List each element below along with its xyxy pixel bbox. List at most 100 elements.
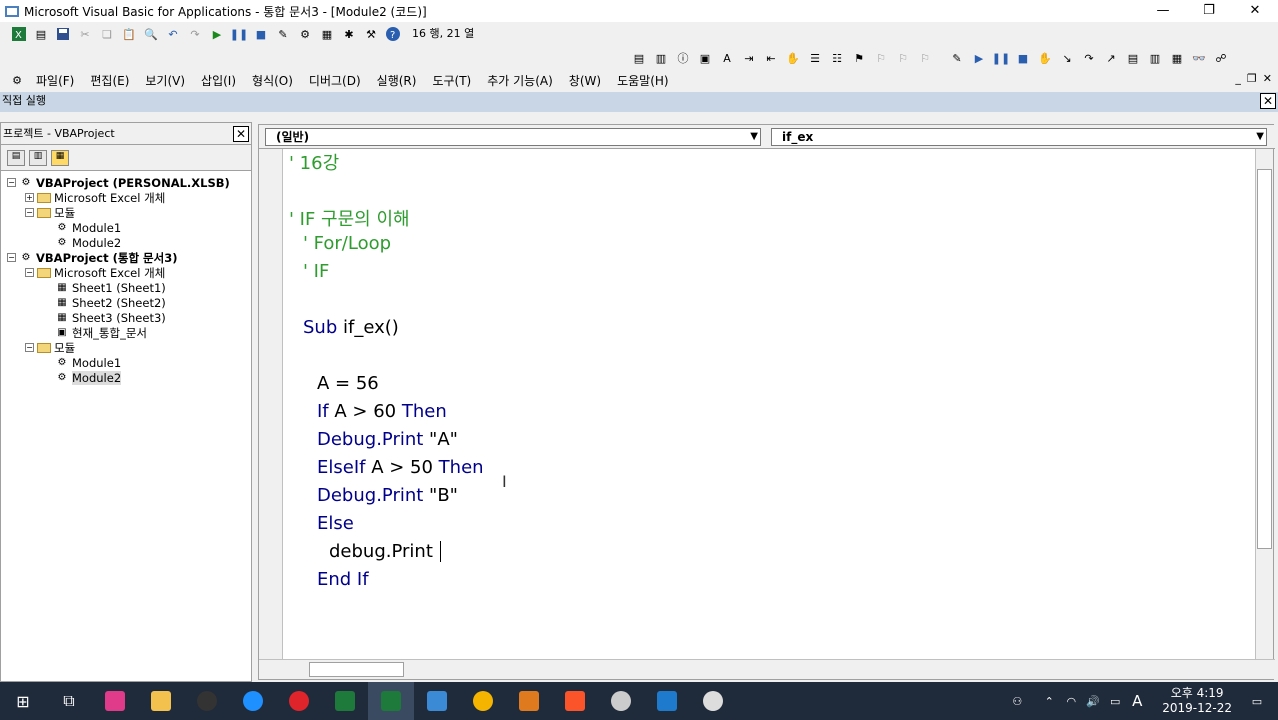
call-stack-icon[interactable]: ☍	[1212, 49, 1230, 67]
menu-help[interactable]: 도움말(H)	[609, 72, 677, 89]
tree-item[interactable]: ⚙ Module2	[1, 370, 251, 385]
menu-addins[interactable]: 추가 기능(A)	[479, 72, 561, 89]
tree-item[interactable]: − Microsoft Excel 개체	[1, 265, 251, 280]
clear-bookmarks-icon[interactable]: ⚐	[916, 49, 934, 67]
reset-icon[interactable]: ■	[252, 25, 270, 43]
tree-item[interactable]: − ⚙ VBAProject (PERSONAL.XLSB)	[1, 175, 251, 190]
code-line[interactable]: A = 56	[317, 373, 379, 394]
debug-reset-icon[interactable]: ■	[1014, 49, 1032, 67]
object-browser-icon[interactable]: ✱	[340, 25, 358, 43]
complete-word-icon[interactable]: A	[718, 49, 736, 67]
intellij-icon[interactable]	[92, 682, 138, 720]
menu-insert[interactable]: 삽입(I)	[193, 72, 244, 89]
cut-icon[interactable]: ✂	[76, 25, 94, 43]
mdi-close-icon[interactable]: ✕	[1263, 72, 1272, 85]
step-out-icon[interactable]: ↗	[1102, 49, 1120, 67]
code-line[interactable]: Else	[317, 513, 354, 534]
app-task-icon[interactable]	[414, 682, 460, 720]
next-bookmark-icon[interactable]: ⚐	[872, 49, 890, 67]
view-code-icon[interactable]: ▤	[7, 149, 25, 166]
project-explorer-icon[interactable]: ⚙	[296, 25, 314, 43]
obs-icon[interactable]	[184, 682, 230, 720]
opera-icon[interactable]	[276, 682, 322, 720]
tree-item[interactable]: + Microsoft Excel 개체	[1, 190, 251, 205]
brave-icon[interactable]	[552, 682, 598, 720]
collapse-icon[interactable]: −	[7, 253, 16, 262]
tree-item[interactable]: − ⚙ VBAProject (통합 문서3)	[1, 250, 251, 265]
expand-icon[interactable]: +	[25, 193, 34, 202]
parameter-info-icon[interactable]: ▣	[696, 49, 714, 67]
copy-icon[interactable]: ❏	[98, 25, 116, 43]
menu-view[interactable]: 보기(V)	[137, 72, 193, 89]
tree-item[interactable]: ▦ Sheet3 (Sheet3)	[1, 310, 251, 325]
vertical-scrollbar[interactable]	[1255, 149, 1273, 659]
debug-breakpoint-icon[interactable]: ✋	[1036, 49, 1054, 67]
ime-indicator[interactable]: A	[1128, 692, 1146, 710]
help-icon[interactable]: ?	[384, 25, 402, 43]
list-constants-icon[interactable]: ▥	[652, 49, 670, 67]
code-margin[interactable]	[259, 149, 283, 659]
uncomment-block-icon[interactable]: ☷	[828, 49, 846, 67]
minimize-button[interactable]: —	[1140, 0, 1186, 22]
code-line[interactable]: If A > 60 Then	[317, 401, 447, 422]
debug-run-icon[interactable]: ▶	[970, 49, 988, 67]
indent-icon[interactable]: ⇥	[740, 49, 758, 67]
notifications-icon[interactable]: ▭	[1248, 692, 1266, 710]
clock[interactable]: 오후 4:19 2019-12-22	[1162, 686, 1232, 716]
vertical-scroll-thumb[interactable]	[1257, 169, 1272, 549]
collapse-icon[interactable]: −	[25, 343, 34, 352]
procedure-combo-arrow-icon[interactable]: ▼	[1256, 129, 1264, 145]
menu-tools[interactable]: 도구(T)	[424, 72, 479, 89]
menu-edit[interactable]: 편집(E)	[82, 72, 137, 89]
tree-item[interactable]: ▦ Sheet1 (Sheet1)	[1, 280, 251, 295]
collapse-icon[interactable]: −	[25, 208, 34, 217]
toggle-folders-icon[interactable]: ▦	[51, 149, 69, 166]
horizontal-scroll-thumb[interactable]	[309, 662, 404, 677]
insert-userform-icon[interactable]: ▤	[32, 25, 50, 43]
watch-window-icon[interactable]: ▦	[1168, 49, 1186, 67]
settings-task-icon[interactable]	[598, 682, 644, 720]
quick-info-icon[interactable]: ⓘ	[674, 49, 692, 67]
code-line[interactable]: ' For/Loop	[303, 233, 391, 254]
vba-menu-icon[interactable]: ⚙	[8, 71, 26, 89]
code-line[interactable]: Sub if_ex()	[303, 317, 399, 338]
tree-item[interactable]: − 모듈	[1, 205, 251, 220]
collapse-icon[interactable]: −	[25, 268, 34, 277]
excel-icon[interactable]: X	[10, 25, 28, 43]
object-combo-arrow-icon[interactable]: ▼	[750, 129, 758, 145]
chat-icon[interactable]	[690, 682, 736, 720]
menu-format[interactable]: 형식(O)	[244, 72, 301, 89]
locals-window-icon[interactable]: ▤	[1124, 49, 1142, 67]
save-icon[interactable]	[54, 25, 72, 43]
power-icon[interactable]: ▭	[1106, 692, 1124, 710]
code-line[interactable]: ElseIf A > 50 Then	[317, 457, 484, 478]
design-icon[interactable]: ✎	[948, 49, 966, 67]
break-icon[interactable]: ❚❚	[230, 25, 248, 43]
fox-icon[interactable]	[506, 682, 552, 720]
chrome-icon[interactable]	[460, 682, 506, 720]
toggle-breakpoint-icon[interactable]: ✋	[784, 49, 802, 67]
immediate-close-icon[interactable]: ✕	[1260, 93, 1276, 109]
excel-task-icon[interactable]	[322, 682, 368, 720]
code-line[interactable]: End If	[317, 569, 369, 590]
list-properties-icon[interactable]: ▤	[630, 49, 648, 67]
design-mode-icon[interactable]: ✎	[274, 25, 292, 43]
undo-icon[interactable]: ↶	[164, 25, 182, 43]
menu-window[interactable]: 창(W)	[561, 72, 609, 89]
properties-icon[interactable]: ▦	[318, 25, 336, 43]
code-line[interactable]: ' IF 구문의 이해	[289, 205, 410, 231]
menu-file[interactable]: 파일(F)	[28, 72, 82, 89]
code-line[interactable]: Debug.Print "A"	[317, 429, 458, 450]
tree-item[interactable]: ▣ 현재_통합_문서	[1, 325, 251, 340]
wifi-icon[interactable]: ◠	[1062, 692, 1080, 710]
run-icon[interactable]: ▶	[208, 25, 226, 43]
quick-watch-icon[interactable]: 👓	[1190, 49, 1208, 67]
restore-button[interactable]: ❐	[1186, 0, 1232, 22]
step-into-icon[interactable]: ↘	[1058, 49, 1076, 67]
task-view-icon[interactable]: ⧉	[46, 682, 92, 720]
mdi-minimize-icon[interactable]: _	[1235, 72, 1241, 85]
tree-item[interactable]: ▦ Sheet2 (Sheet2)	[1, 295, 251, 310]
tray-chevron-icon[interactable]: ⌃	[1040, 692, 1058, 710]
step-over-icon[interactable]: ↷	[1080, 49, 1098, 67]
collapse-icon[interactable]: −	[7, 178, 16, 187]
